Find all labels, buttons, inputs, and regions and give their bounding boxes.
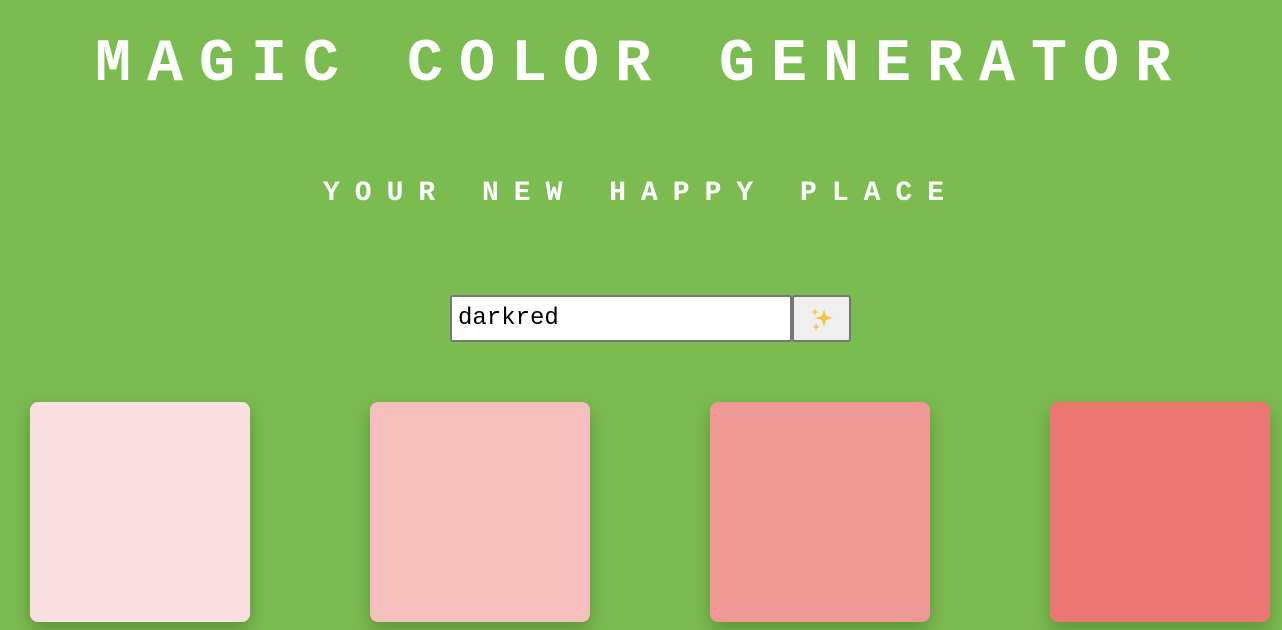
color-swatch-4[interactable] bbox=[1050, 402, 1270, 622]
sparkles-icon bbox=[810, 307, 833, 331]
color-swatch-2[interactable] bbox=[370, 402, 590, 622]
color-swatch-3[interactable] bbox=[710, 402, 930, 622]
color-input[interactable] bbox=[450, 295, 792, 342]
page-title: MAGIC COLOR GENERATOR bbox=[94, 31, 1188, 99]
page: MAGIC COLOR GENERATOR YOUR NEW HAPPY PLA… bbox=[0, 0, 1282, 630]
generate-button[interactable] bbox=[792, 295, 851, 342]
page-subtitle: YOUR NEW HAPPY PLACE bbox=[322, 178, 960, 209]
color-swatch-1[interactable] bbox=[30, 402, 250, 622]
color-form bbox=[450, 295, 851, 342]
